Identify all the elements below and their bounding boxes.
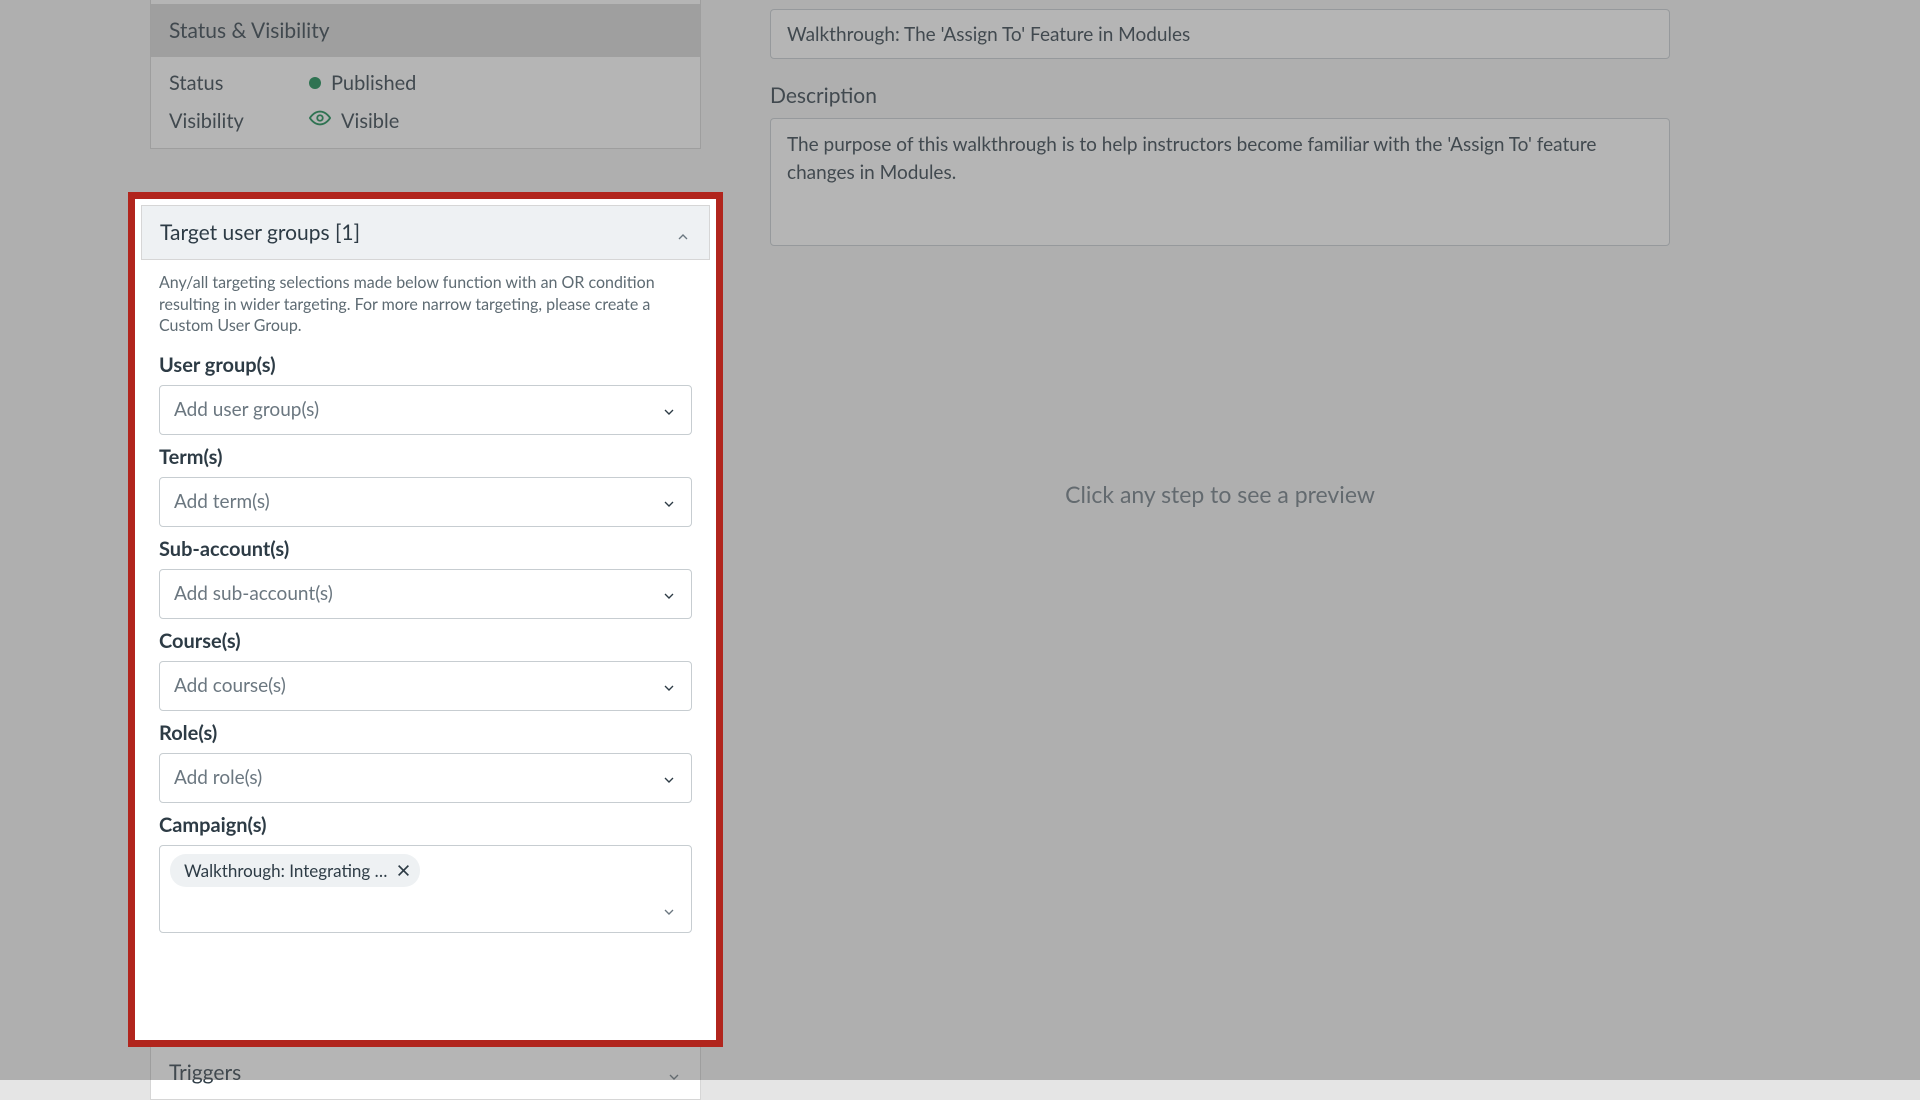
- sub-accounts-select[interactable]: Add sub-account(s): [159, 569, 692, 619]
- chevron-down-icon: [661, 586, 677, 602]
- status-visibility-header: Status & Visibility: [151, 4, 700, 57]
- status-dot-icon: [309, 77, 321, 89]
- sidebar-panel: Status & Visibility Status Published Vis…: [150, 0, 701, 149]
- terms-label: Term(s): [159, 445, 692, 469]
- description-textarea[interactable]: [770, 118, 1670, 246]
- chevron-up-icon: [675, 225, 691, 241]
- chevron-down-icon: [666, 1065, 682, 1081]
- terms-placeholder: Add term(s): [174, 490, 270, 513]
- status-label: Status: [169, 71, 309, 95]
- courses-select[interactable]: Add course(s): [159, 661, 692, 711]
- campaigns-label: Campaign(s): [159, 813, 692, 837]
- triggers-label: Triggers: [169, 1060, 241, 1085]
- visibility-label: Visibility: [169, 109, 309, 133]
- sub-accounts-placeholder: Add sub-account(s): [174, 582, 333, 605]
- visibility-eye-icon: [309, 107, 331, 134]
- target-user-groups-highlight: Target user groups [1] Any/all targeting…: [128, 192, 723, 1047]
- courses-label: Course(s): [159, 629, 692, 653]
- triggers-section[interactable]: Triggers: [150, 1046, 701, 1100]
- user-groups-placeholder: Add user group(s): [174, 398, 319, 421]
- sub-accounts-label: Sub-account(s): [159, 537, 692, 561]
- roles-select[interactable]: Add role(s): [159, 753, 692, 803]
- close-icon[interactable]: [397, 860, 410, 881]
- roles-placeholder: Add role(s): [174, 766, 262, 789]
- target-user-groups-header[interactable]: Target user groups [1]: [141, 205, 710, 260]
- chevron-down-icon: [661, 402, 677, 418]
- target-user-groups-title: Target user groups [1]: [160, 220, 360, 245]
- chevron-down-icon: [661, 494, 677, 510]
- targeting-helper-text: Any/all targeting selections made below …: [141, 260, 710, 343]
- campaigns-select[interactable]: Walkthrough: Integrating …: [159, 845, 692, 933]
- visibility-value: Visible: [341, 109, 399, 133]
- status-row: Status Published: [151, 57, 700, 101]
- status-value: Published: [331, 71, 416, 95]
- chevron-down-icon: [661, 678, 677, 694]
- walkthrough-title-input[interactable]: [770, 9, 1670, 59]
- roles-label: Role(s): [159, 721, 692, 745]
- terms-select[interactable]: Add term(s): [159, 477, 692, 527]
- chevron-down-icon: [661, 770, 677, 786]
- user-groups-select[interactable]: Add user group(s): [159, 385, 692, 435]
- visibility-row: Visibility Visible: [151, 101, 700, 148]
- campaign-chip-label: Walkthrough: Integrating …: [184, 860, 387, 881]
- user-groups-label: User group(s): [159, 353, 692, 377]
- campaign-chip[interactable]: Walkthrough: Integrating …: [170, 854, 420, 887]
- courses-placeholder: Add course(s): [174, 674, 286, 697]
- preview-hint: Click any step to see a preview: [770, 480, 1670, 508]
- description-label: Description: [770, 83, 1670, 108]
- chevron-down-icon: [661, 904, 677, 920]
